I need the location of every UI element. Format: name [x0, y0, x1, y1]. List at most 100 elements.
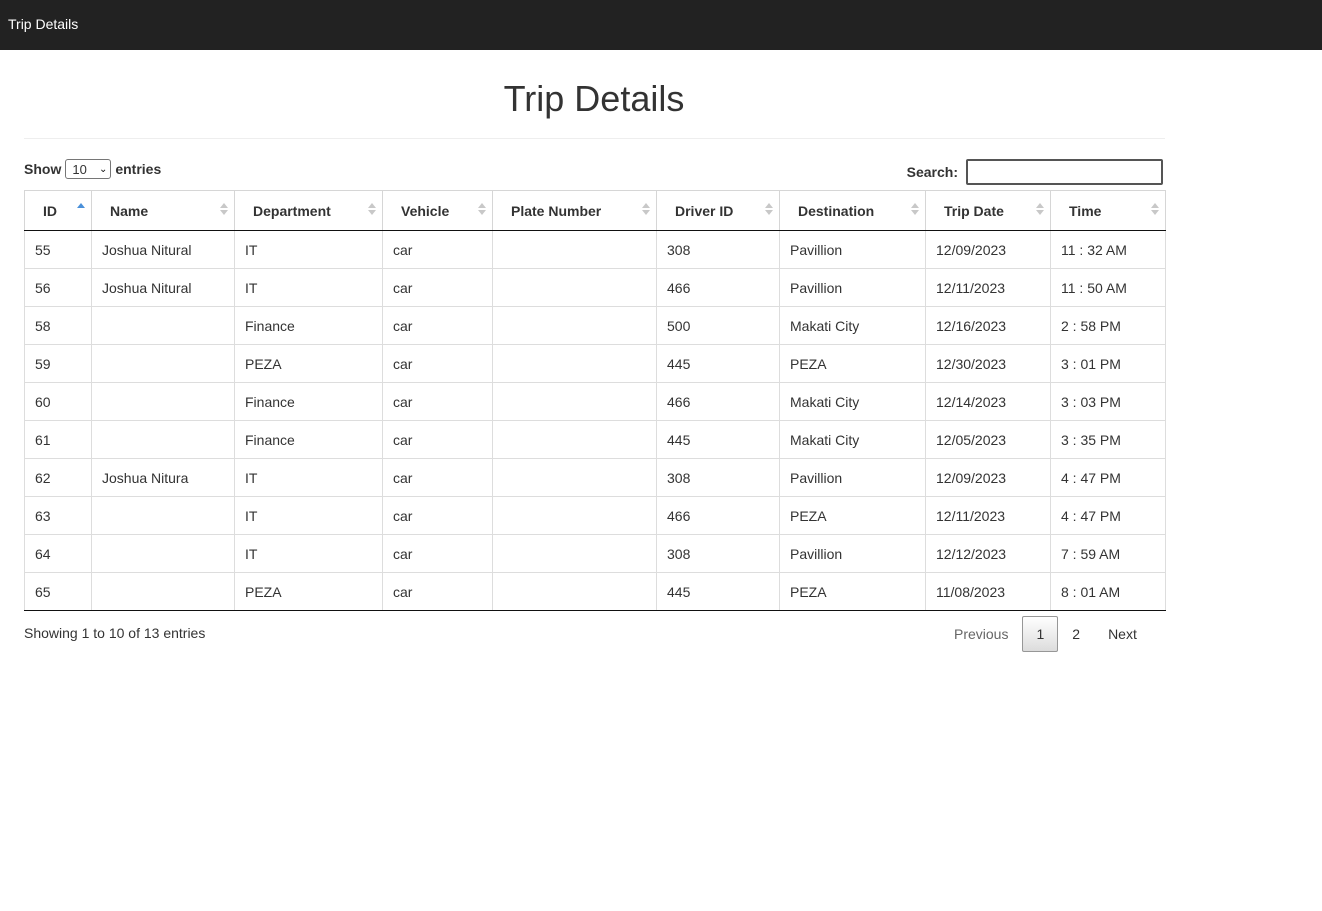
cell-destination: PEZA: [779, 496, 926, 535]
cell-time: 8 : 01 AM: [1050, 572, 1166, 611]
cell-vehicle: car: [382, 382, 493, 421]
table-row[interactable]: 61 Finance car 445 Makati City 12/05/2023 3 : …: [24, 420, 1166, 459]
cell-name: [91, 572, 235, 611]
cell-trip-date: 12/30/2023: [925, 344, 1051, 383]
cell-vehicle: car: [382, 230, 493, 269]
cell-driver-id: 308: [656, 458, 780, 497]
cell-driver-id: 466: [656, 382, 780, 421]
cell-destination: Pavillion: [779, 268, 926, 307]
table-row[interactable]: 56 Joshua Nitural IT car 466 Pavillion 12/11/2…: [24, 268, 1166, 307]
entries-label: entries: [115, 161, 162, 177]
page-length-value: 10: [72, 161, 87, 177]
cell-name: Joshua Nitural: [91, 268, 235, 307]
cell-time: 2 : 58 PM: [1050, 306, 1166, 345]
page-button-2[interactable]: 2: [1058, 616, 1094, 652]
cell-destination: Pavillion: [779, 458, 926, 497]
title-divider: [24, 138, 1165, 139]
cell-trip-date: 12/12/2023: [925, 534, 1051, 573]
search-control: Search:: [907, 159, 1163, 185]
page-length-select[interactable]: 10 ⌄: [65, 159, 112, 179]
search-label: Search:: [906, 164, 958, 180]
cell-trip-date: 12/11/2023: [925, 268, 1051, 307]
sort-icon: [1036, 203, 1044, 219]
table-row[interactable]: 55 Joshua Nitural IT car 308 Pavillion 12/09/2…: [24, 230, 1166, 269]
cell-driver-id: 445: [656, 420, 780, 459]
table-row[interactable]: 63 IT car 466 PEZA 12/11/2023 4 : 47 PM: [24, 496, 1166, 535]
cell-plate-number: [492, 230, 657, 269]
table-row[interactable]: 60 Finance car 466 Makati City 12/14/2023 3 : …: [24, 382, 1166, 421]
cell-trip-date: 12/05/2023: [925, 420, 1051, 459]
cell-vehicle: car: [382, 306, 493, 345]
column-header-trip-date[interactable]: Trip Date: [925, 190, 1051, 231]
cell-plate-number: [492, 496, 657, 535]
page-title: Trip Details: [503, 78, 685, 119]
cell-name: Joshua Nitura: [91, 458, 235, 497]
show-label: Show: [24, 161, 62, 177]
cell-name: [91, 382, 235, 421]
cell-plate-number: [492, 420, 657, 459]
cell-id: 64: [24, 534, 92, 573]
cell-name: [91, 534, 235, 573]
page-length-control: Show 10 ⌄ entries: [24, 159, 161, 179]
column-header-plate-number[interactable]: Plate Number: [492, 190, 657, 231]
cell-id: 56: [24, 268, 92, 307]
navbar-brand[interactable]: Trip Details: [8, 16, 78, 32]
cell-vehicle: car: [382, 420, 493, 459]
column-header-label: Vehicle: [401, 202, 450, 219]
cell-destination: Makati City: [779, 382, 926, 421]
table-row[interactable]: 64 IT car 308 Pavillion 12/12/2023 7 : 59 AM: [24, 534, 1166, 573]
column-header-driver-id[interactable]: Driver ID: [656, 190, 780, 231]
cell-destination: Makati City: [779, 306, 926, 345]
cell-driver-id: 445: [656, 572, 780, 611]
cell-department: IT: [234, 458, 383, 497]
page-button-1[interactable]: 1: [1022, 616, 1059, 652]
column-header-label: Destination: [798, 202, 875, 219]
column-header-id[interactable]: ID: [24, 190, 92, 231]
table-row[interactable]: 59 PEZA car 445 PEZA 12/30/2023 3 : 01 PM: [24, 344, 1166, 383]
cell-department: Finance: [234, 382, 383, 421]
cell-name: [91, 496, 235, 535]
search-input[interactable]: [966, 159, 1163, 185]
cell-driver-id: 308: [656, 534, 780, 573]
previous-page-button[interactable]: Previous: [940, 616, 1022, 652]
cell-name: Joshua Nitural: [91, 230, 235, 269]
table-row[interactable]: 58 Finance car 500 Makati City 12/16/2023 2 : …: [24, 306, 1166, 345]
sort-icon: [368, 203, 376, 219]
cell-destination: PEZA: [779, 572, 926, 611]
column-header-vehicle[interactable]: Vehicle: [382, 190, 493, 231]
cell-vehicle: car: [382, 534, 493, 573]
cell-trip-date: 12/09/2023: [925, 458, 1051, 497]
sort-icon: [1151, 203, 1159, 219]
chevron-down-icon: ⌄: [98, 163, 108, 175]
cell-department: PEZA: [234, 344, 383, 383]
cell-vehicle: car: [382, 496, 493, 535]
sort-icon: [77, 203, 85, 219]
cell-time: 3 : 35 PM: [1050, 420, 1166, 459]
column-header-label: Trip Date: [944, 202, 1004, 219]
cell-id: 60: [24, 382, 92, 421]
column-header-destination[interactable]: Destination: [779, 190, 926, 231]
cell-plate-number: [492, 268, 657, 307]
column-header-department[interactable]: Department: [234, 190, 383, 231]
column-header-label: Department: [253, 202, 331, 219]
cell-plate-number: [492, 458, 657, 497]
cell-trip-date: 11/08/2023: [925, 572, 1051, 611]
table-row[interactable]: 65 PEZA car 445 PEZA 11/08/2023 8 : 01 AM: [24, 572, 1166, 611]
table-info: Showing 1 to 10 of 13 entries: [24, 625, 206, 641]
column-header-name[interactable]: Name: [91, 190, 235, 231]
cell-destination: Makati City: [779, 420, 926, 459]
cell-trip-date: 12/14/2023: [925, 382, 1051, 421]
cell-id: 62: [24, 458, 92, 497]
cell-driver-id: 445: [656, 344, 780, 383]
table-row[interactable]: 62 Joshua Nitura IT car 308 Pavillion 12/09/20…: [24, 458, 1166, 497]
column-header-time[interactable]: Time: [1050, 190, 1166, 231]
cell-vehicle: car: [382, 268, 493, 307]
cell-plate-number: [492, 344, 657, 383]
cell-destination: Pavillion: [779, 534, 926, 573]
cell-department: IT: [234, 230, 383, 269]
next-page-button[interactable]: Next: [1094, 616, 1151, 652]
cell-time: 3 : 01 PM: [1050, 344, 1166, 383]
cell-driver-id: 466: [656, 268, 780, 307]
column-header-label: Time: [1069, 202, 1102, 219]
cell-time: 3 : 03 PM: [1050, 382, 1166, 421]
